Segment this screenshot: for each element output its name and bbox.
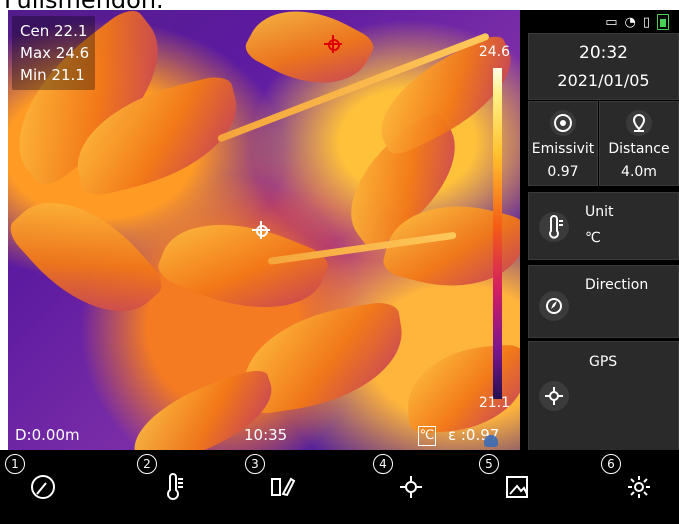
datetime-card: 20:32 2021/01/05 xyxy=(528,33,679,100)
thermal-image[interactable]: Cen 22.1 Max 24.6 Min 21.1 24.6 21.1 D:0… xyxy=(8,10,520,450)
screen-cast-icon: ▭ xyxy=(605,14,618,30)
max-temp-crosshair-icon xyxy=(324,35,342,53)
toolbar-gauge-button[interactable]: 1 xyxy=(0,450,86,514)
viewport-footer: D:0.00m 10:35 ℃ ε :0.97 xyxy=(8,426,520,450)
top-text: Fullsmendon. xyxy=(4,0,164,10)
distance-card[interactable]: Distance 4.0m xyxy=(599,101,679,186)
toolbar-number-4: 4 xyxy=(373,454,393,474)
distance-icon xyxy=(626,110,652,136)
scale-min-label: 21.1 xyxy=(478,395,510,411)
gps-card[interactable]: GPS xyxy=(528,341,679,452)
clock-time: 20:32 xyxy=(579,43,628,63)
toolbar-thermometer-button[interactable]: 2 xyxy=(132,450,218,514)
toolbar-number-2: 2 xyxy=(137,454,157,474)
distance-label: Distance xyxy=(608,141,670,157)
unit-title: Unit xyxy=(585,204,614,220)
thermometer-icon xyxy=(539,212,569,242)
toolbar-settings-button[interactable]: 6 xyxy=(596,450,679,514)
unit-value: ℃ xyxy=(585,230,601,246)
right-panel: ▭ ◔ ▯ 20:32 2021/01/05 Emissivit 0.97 Di… xyxy=(520,10,679,452)
temperature-readout: Cen 22.1 Max 24.6 Min 21.1 xyxy=(12,16,96,90)
center-temp-row: Cen 22.1 xyxy=(20,22,88,40)
bottom-toolbar: 1 2 3 4 5 6 xyxy=(0,450,679,524)
toolbar-image-button[interactable]: 5 xyxy=(474,450,560,514)
toolbar-number-6: 6 xyxy=(601,454,621,474)
emissivity-icon xyxy=(550,110,576,136)
toolbar-number-5: 5 xyxy=(479,454,499,474)
distance-readout: D:0.00m xyxy=(15,426,80,444)
distance-value: 4.0m xyxy=(621,164,657,180)
bluetooth-indicator-icon xyxy=(484,435,498,447)
compass-icon xyxy=(539,291,569,321)
battery-icon xyxy=(657,14,669,30)
emissivity-card[interactable]: Emissivit 0.97 xyxy=(528,101,598,186)
palette-icon xyxy=(266,470,300,504)
direction-card[interactable]: Direction xyxy=(528,265,679,338)
emissivity-label: Emissivit xyxy=(531,141,595,157)
image-icon xyxy=(500,470,534,504)
gauge-icon xyxy=(26,470,60,504)
direction-title: Direction xyxy=(585,277,649,293)
emissivity-value: 0.97 xyxy=(547,164,579,180)
gps-title: GPS xyxy=(589,354,618,370)
toolbar-number-1: 1 xyxy=(5,454,25,474)
center-crosshair-icon xyxy=(252,221,270,239)
scale-max-label: 24.6 xyxy=(478,44,510,60)
status-icons: ▭ ◔ ▯ xyxy=(605,14,669,30)
temperature-scale-bar xyxy=(493,68,502,399)
sd-card-icon: ▯ xyxy=(642,14,650,30)
toolbar-number-3: 3 xyxy=(245,454,265,474)
top-strip: Fullsmendon. xyxy=(0,0,679,10)
unit-card[interactable]: Unit ℃ xyxy=(528,192,679,260)
crosshair-icon xyxy=(394,470,428,504)
thermometer-icon xyxy=(158,470,192,504)
clock-date: 2021/01/05 xyxy=(557,71,650,90)
wifi-icon: ◔ xyxy=(624,14,636,30)
toolbar-palette-button[interactable]: 3 xyxy=(240,450,326,514)
max-temp-row: Max 24.6 xyxy=(20,44,90,62)
settings-icon xyxy=(622,470,656,504)
min-temp-row: Min 21.1 xyxy=(20,66,85,84)
toolbar-crosshair-button[interactable]: 4 xyxy=(368,450,454,514)
celsius-icon: ℃ xyxy=(418,426,436,446)
gps-icon xyxy=(539,381,569,411)
viewport-time: 10:35 xyxy=(244,426,288,444)
